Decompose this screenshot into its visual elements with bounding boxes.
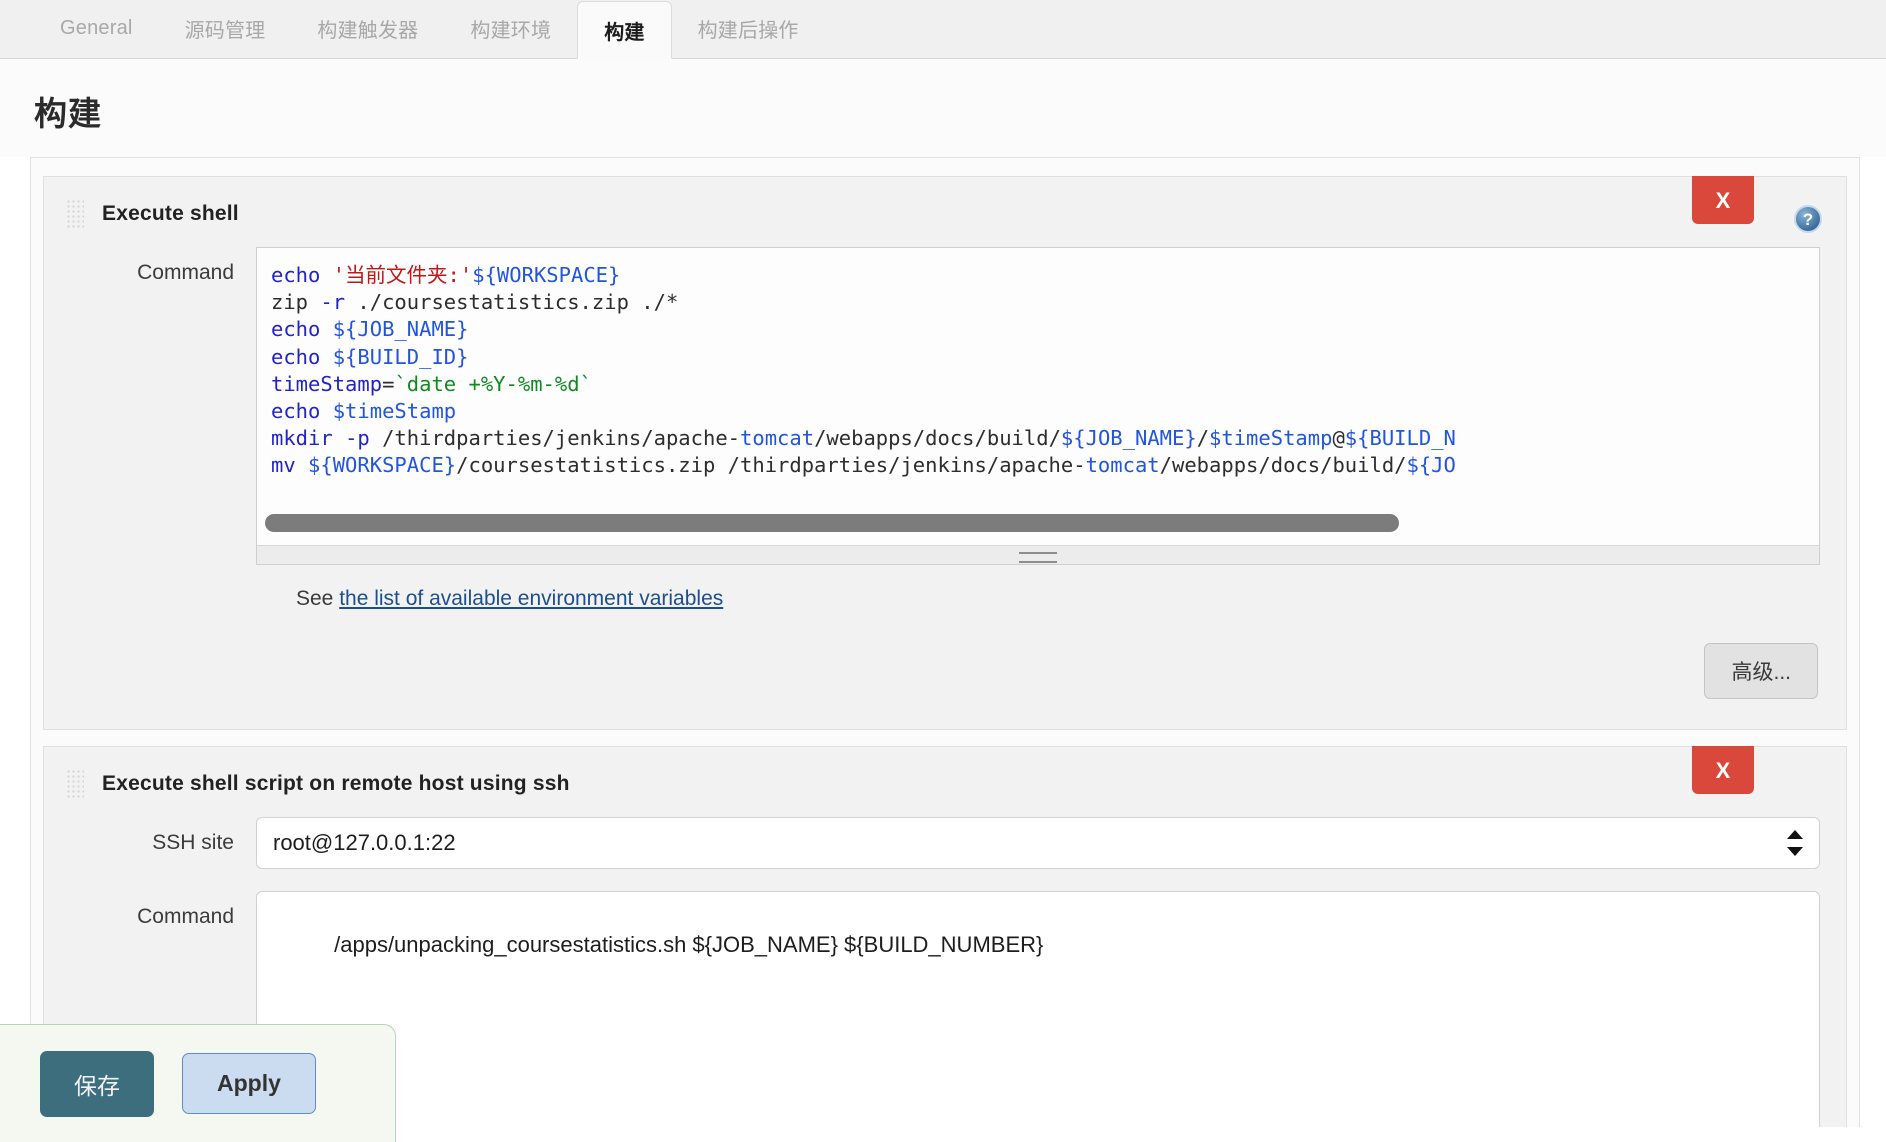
shell-script-line: echo ${BUILD_ID} bbox=[271, 344, 469, 369]
build-step-title: Execute shell script on remote host usin… bbox=[102, 772, 570, 795]
ssh-site-select[interactable]: root@127.0.0.1:22 bbox=[256, 817, 1820, 869]
tab-build-triggers[interactable]: 构建触发器 bbox=[291, 0, 444, 58]
drag-handle-icon[interactable] bbox=[66, 769, 84, 799]
build-steps-container: X ? Execute shell Command echo '当前文件夹:'$… bbox=[30, 157, 1860, 1127]
shell-script-line: echo ${JOB_NAME} bbox=[271, 317, 469, 342]
shell-script-line: mv ${WORKSPACE}/coursestatistics.zip /th… bbox=[271, 453, 1456, 478]
ssh-command-label: Command bbox=[137, 905, 234, 928]
save-button[interactable]: 保存 bbox=[40, 1050, 154, 1117]
shell-script-text: echo '当前文件夹:'${WORKSPACE} zip -r ./course… bbox=[257, 248, 1819, 480]
ssh-site-value: root@127.0.0.1:22 bbox=[273, 830, 456, 855]
editor-horizontal-scrollbar[interactable] bbox=[257, 512, 1819, 534]
ssh-site-row: SSH site root@127.0.0.1:22 bbox=[44, 817, 1846, 869]
tab-general[interactable]: General bbox=[34, 0, 159, 58]
shell-script-line: mkdir -p /thirdparties/jenkins/apache-to… bbox=[271, 426, 1456, 451]
see-prefix-text: See bbox=[296, 587, 340, 610]
command-label: Command bbox=[137, 261, 234, 284]
form-action-bar: 保存 Apply bbox=[0, 1024, 396, 1142]
build-step-execute-shell: X ? Execute shell Command echo '当前文件夹:'$… bbox=[43, 176, 1847, 730]
page-header: 构建 bbox=[0, 59, 1886, 157]
ssh-command-value: /apps/unpacking_coursestatistics.sh ${JO… bbox=[334, 932, 1044, 957]
chevron-updown-icon[interactable] bbox=[1787, 828, 1803, 858]
drag-handle-icon[interactable] bbox=[66, 199, 84, 229]
editor-scrollbar-thumb[interactable] bbox=[265, 514, 1399, 532]
editor-resize-handle[interactable] bbox=[257, 545, 1819, 564]
config-tab-bar: General 源码管理 构建触发器 构建环境 构建 构建后操作 bbox=[0, 0, 1886, 59]
tab-scm[interactable]: 源码管理 bbox=[159, 0, 292, 58]
tab-build-environment[interactable]: 构建环境 bbox=[444, 0, 577, 58]
shell-script-line: zip -r ./coursestatistics.zip ./* bbox=[271, 290, 679, 315]
page-title: 构建 bbox=[34, 95, 102, 132]
delete-build-step-button[interactable]: X bbox=[1692, 176, 1754, 224]
shell-command-editor[interactable]: echo '当前文件夹:'${WORKSPACE} zip -r ./course… bbox=[256, 247, 1820, 565]
shell-script-line: timeStamp=`date +%Y-%m-%d` bbox=[271, 371, 592, 396]
env-vars-hint: See the list of available environment va… bbox=[44, 565, 1846, 611]
ssh-command-textarea[interactable]: /apps/unpacking_coursestatistics.sh ${JO… bbox=[256, 891, 1820, 1127]
env-variables-link[interactable]: the list of available environment variab… bbox=[339, 587, 723, 610]
help-icon[interactable]: ? bbox=[1794, 205, 1822, 233]
tab-build[interactable]: 构建 bbox=[577, 1, 672, 59]
shell-script-line: echo $timeStamp bbox=[271, 399, 457, 424]
build-step-title: Execute shell bbox=[102, 202, 239, 225]
shell-script-line: echo '当前文件夹:'${WORKSPACE} bbox=[271, 263, 621, 287]
apply-button[interactable]: Apply bbox=[182, 1053, 316, 1114]
build-step-header: Execute shell bbox=[44, 177, 1846, 247]
delete-build-step-button[interactable]: X bbox=[1692, 746, 1754, 794]
advanced-button[interactable]: 高级... bbox=[1704, 643, 1818, 699]
command-row: Command echo '当前文件夹:'${WORKSPACE} zip -r … bbox=[44, 247, 1846, 565]
advanced-row: 高级... bbox=[44, 611, 1846, 729]
ssh-site-label: SSH site bbox=[152, 831, 234, 854]
build-step-header: Execute shell script on remote host usin… bbox=[44, 747, 1846, 817]
tab-post-build-actions[interactable]: 构建后操作 bbox=[672, 0, 825, 58]
